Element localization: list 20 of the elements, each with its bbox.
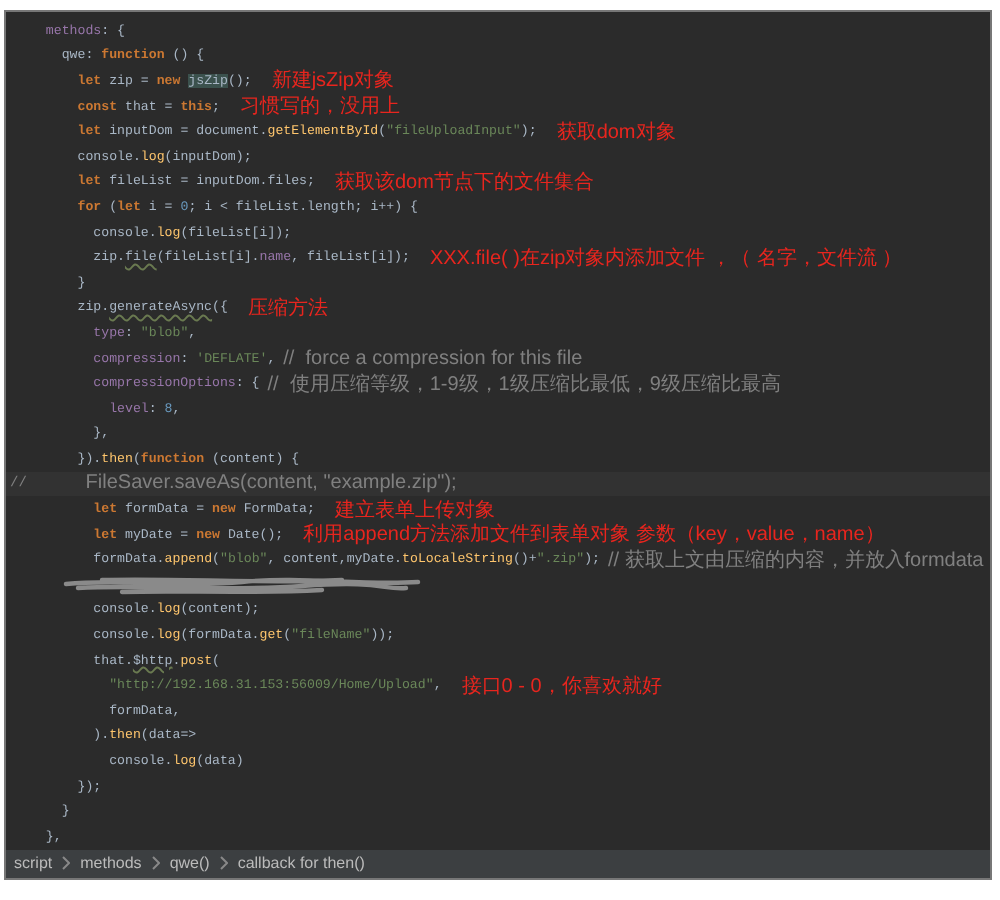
breadcrumb-item[interactable]: qwe() — [169, 854, 210, 873]
code-comment: // 使用压缩等级，1-9级，1级压缩比最低，9级压缩比最高 — [267, 371, 781, 398]
chevron-icon — [62, 856, 71, 871]
annotation-note: 获取该dom节点下的文件集合 — [334, 169, 594, 196]
breadcrumb-item[interactable]: methods — [80, 854, 142, 873]
annotation-note: 获取dom对象 — [556, 119, 676, 146]
chevron-icon — [151, 856, 160, 871]
annotation-note: 接口0 - 0，你喜欢就好 — [461, 673, 662, 700]
annotation-note: 建立表单上传对象 — [334, 497, 495, 523]
code-comment: // force a compression for this file — [283, 347, 583, 370]
annotation-note: 利用append方法添加文件到表单对象 参数（key，value，name） — [303, 521, 885, 549]
annotation-note: 习惯写的，没用上 — [239, 93, 400, 121]
code-comment: // 获取上文由压缩的内容，并放入formdata — [607, 547, 984, 574]
chevron-icon — [219, 856, 228, 871]
annotation-note: 压缩方法 — [247, 295, 328, 322]
annotation-note: XXX.file( )在zip对象内添加文件 ，（ 名字，文件流 ） — [429, 245, 903, 272]
code-comment: FileSaver.saveAs(content, "example.zip"); — [83, 472, 457, 495]
annotation-note: 新建jsZip对象 — [271, 67, 394, 95]
breadcrumb-item[interactable]: callback for then() — [237, 854, 365, 873]
breadcrumb-item[interactable]: script — [14, 854, 53, 873]
